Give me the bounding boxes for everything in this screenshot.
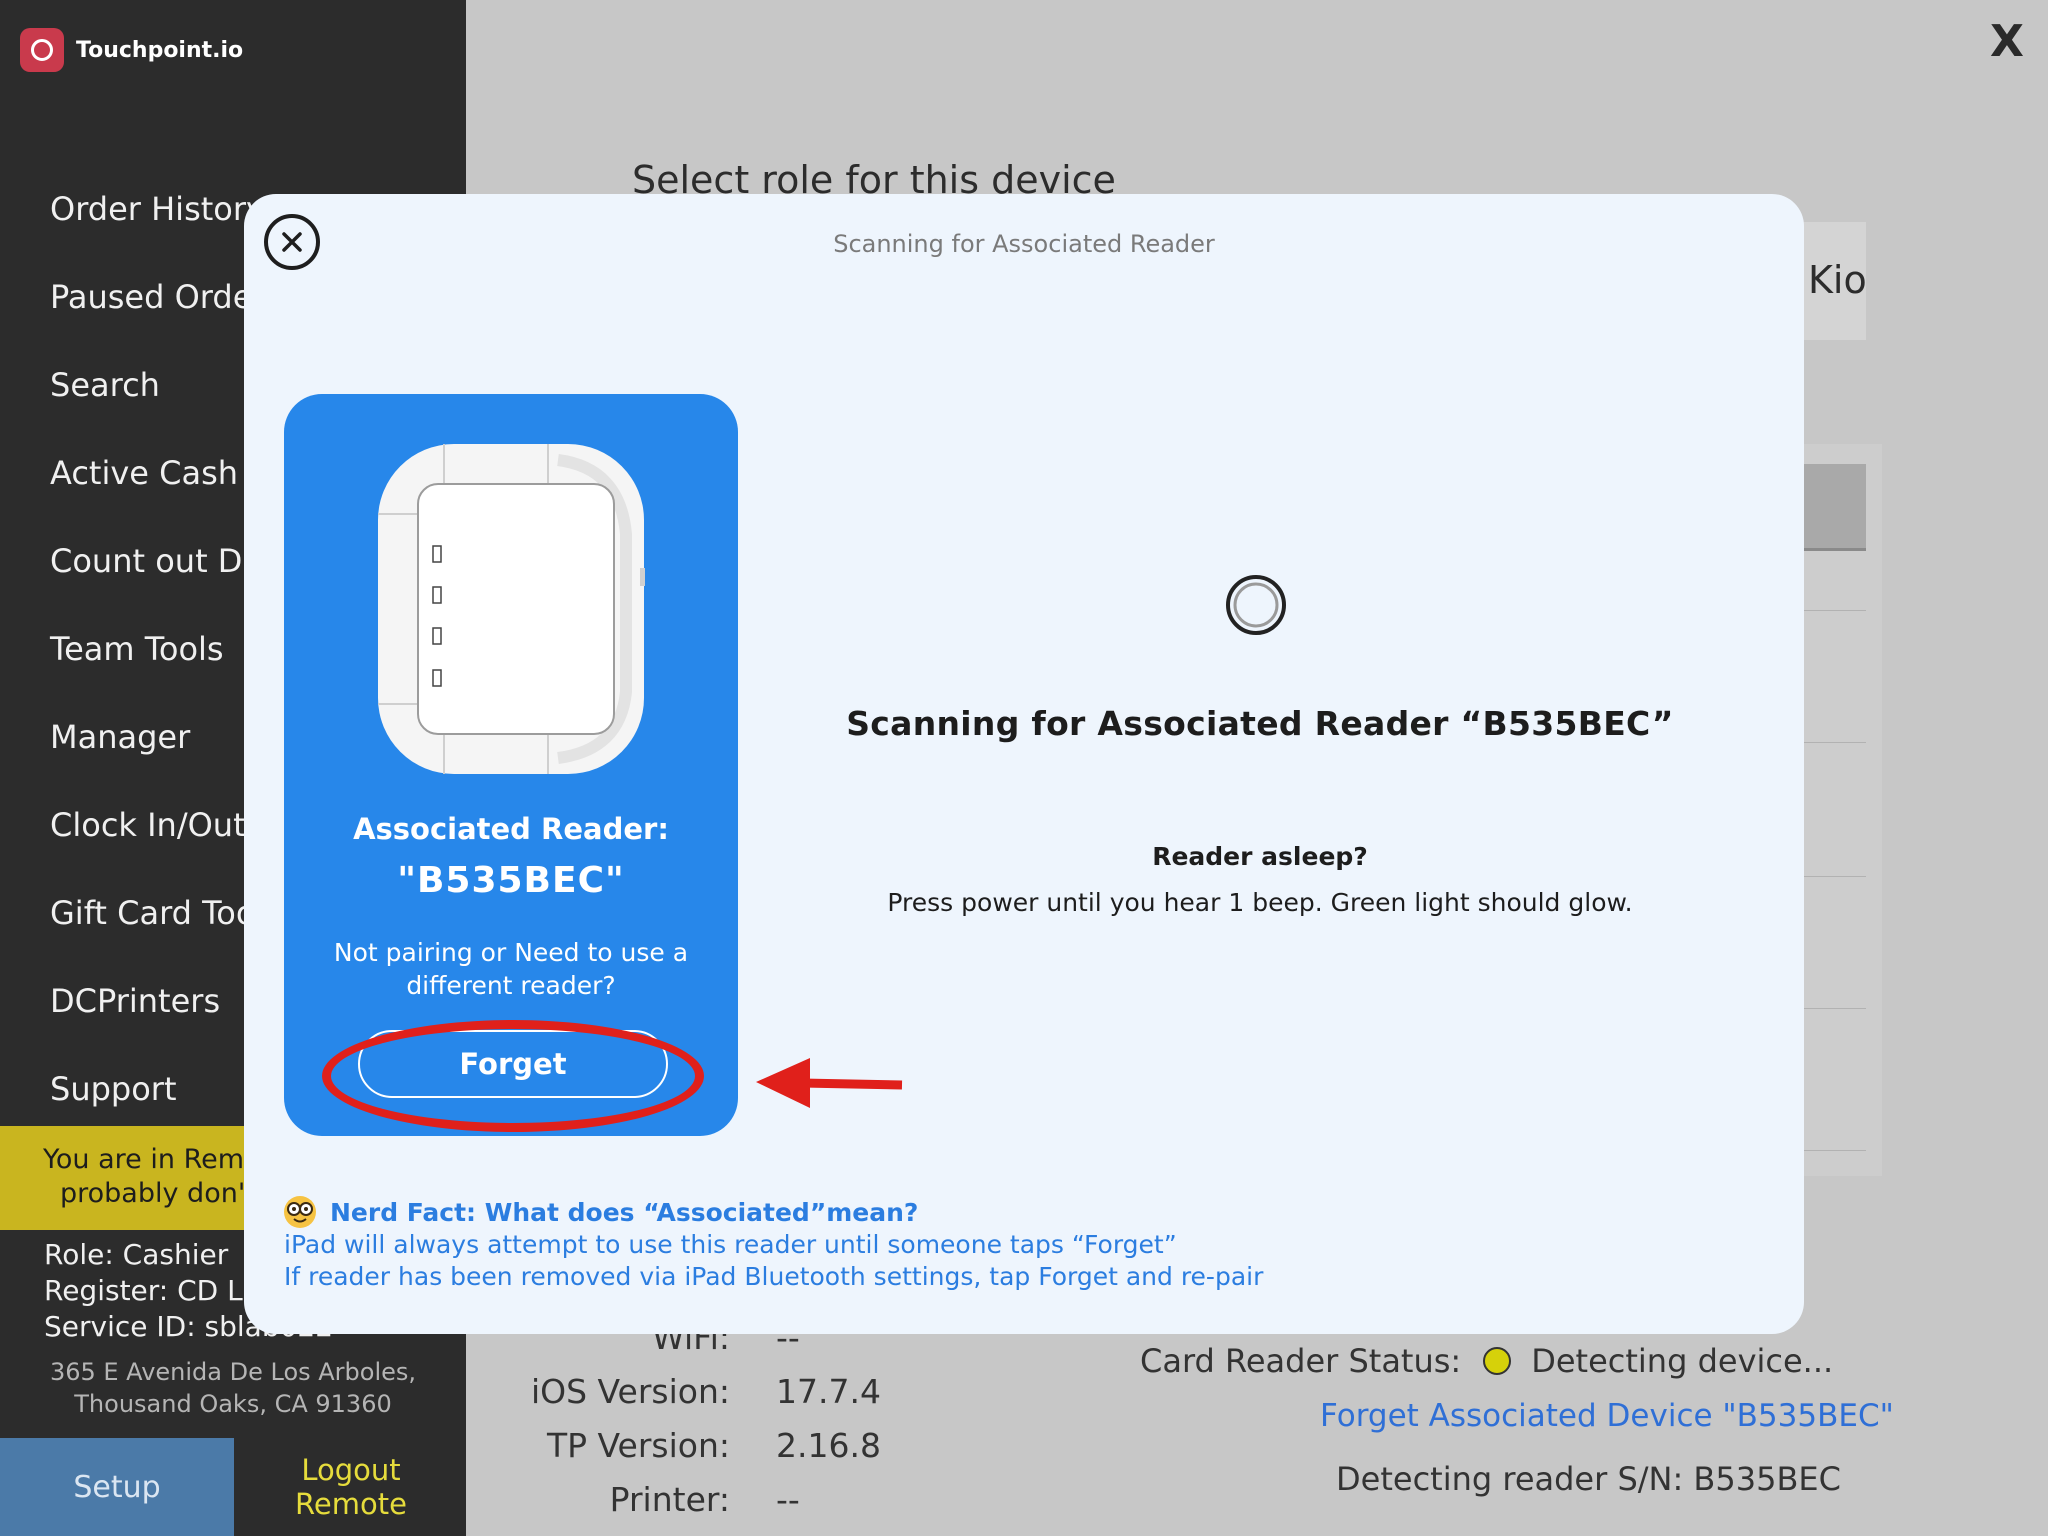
nerd-fact-line2: If reader has been removed via iPad Blue… xyxy=(284,1262,1264,1291)
address-line2: Thousand Oaks, CA 91360 xyxy=(74,1390,392,1418)
role-info: Role: Cashier xyxy=(44,1238,229,1271)
remote-banner-line1: You are in Remo xyxy=(43,1144,261,1175)
remote-banner-line2: probably don' xyxy=(60,1178,246,1209)
sidebar-item-active-cash[interactable]: Active Cash I xyxy=(50,454,258,492)
sidebar-item-dcprinters[interactable]: DCPrinters xyxy=(50,982,220,1020)
nerd-fact-title: Nerd Fact: What does “Associated”mean? xyxy=(284,1196,918,1228)
forget-associated-device-link[interactable]: Forget Associated Device "B535BEC" xyxy=(1320,1398,1894,1434)
sidebar-item-clock-in-out[interactable]: Clock In/Out xyxy=(50,806,246,844)
brand-name: Touchpoint.io xyxy=(76,37,244,63)
modal-title: Scanning for Associated Reader xyxy=(833,230,1215,258)
pointer-arrow-icon xyxy=(756,1058,903,1108)
printer-value: -- xyxy=(776,1480,800,1519)
kiosk-role-label: Kio xyxy=(1808,258,1867,302)
sidebar-item-team-tools[interactable]: Team Tools xyxy=(50,630,224,668)
sidebar-item-gift-card-tools[interactable]: Gift Card Too xyxy=(50,894,255,932)
card-reader-status-label: Card Reader Status: xyxy=(1140,1342,1462,1380)
scanning-modal: Scanning for Associated Reader Associate… xyxy=(244,194,1804,1334)
detecting-reader-sn: Detecting reader S/N: B535BEC xyxy=(1336,1460,1841,1498)
logout-label: Logout xyxy=(301,1453,401,1487)
highlight-circle xyxy=(322,1020,704,1132)
scanning-title: Scanning for Associated Reader “B535BEC” xyxy=(846,704,1674,743)
sidebar-item-search[interactable]: Search xyxy=(50,366,160,404)
address-line1: 365 E Avenida De Los Arboles, xyxy=(49,1358,417,1386)
nerd-fact-line1: iPad will always attempt to use this rea… xyxy=(284,1230,1177,1259)
ios-version-value: 17.7.4 xyxy=(776,1372,881,1411)
sidebar-item-support[interactable]: Support xyxy=(50,1070,177,1108)
setup-button[interactable]: Setup xyxy=(0,1438,234,1536)
reader-help-text: Not pairing or Need to use a different r… xyxy=(333,938,689,1000)
associated-reader-label: Associated Reader: xyxy=(353,812,669,846)
sidebar-item-count-out-drawer[interactable]: Count out Dr xyxy=(50,542,256,580)
register-info: Register: CD La xyxy=(44,1274,260,1307)
status-dot-icon xyxy=(1483,1347,1512,1375)
card-reader-icon xyxy=(378,444,645,774)
printer-label: Printer: xyxy=(609,1480,730,1519)
nerd-face-icon xyxy=(284,1196,316,1228)
card-reader-status-value: Detecting device... xyxy=(1531,1342,1834,1380)
ios-version-label: iOS Version: xyxy=(530,1372,730,1411)
tp-version-value: 2.16.8 xyxy=(776,1426,881,1465)
reader-asleep-instructions: Press power until you hear 1 beep. Green… xyxy=(887,888,1633,917)
touchpoint-logo-icon xyxy=(20,28,64,72)
card-reader-status: Card Reader Status: Detecting device... xyxy=(1140,1342,1833,1380)
close-screen-button[interactable]: X xyxy=(1990,16,2024,67)
sidebar-item-manager[interactable]: Manager xyxy=(50,718,190,756)
brand: Touchpoint.io xyxy=(20,28,243,72)
remote-label: Remote xyxy=(295,1487,407,1521)
reader-asleep-title: Reader asleep? xyxy=(1152,842,1368,871)
scanning-spinner-icon xyxy=(1225,574,1287,636)
nerd-fact-title-text: Nerd Fact: What does “Associated”mean? xyxy=(330,1197,919,1227)
sidebar-item-paused-orders[interactable]: Paused Orde xyxy=(50,278,252,316)
tp-version-label: TP Version: xyxy=(546,1426,730,1465)
sidebar-item-order-history[interactable]: Order History xyxy=(50,190,265,228)
